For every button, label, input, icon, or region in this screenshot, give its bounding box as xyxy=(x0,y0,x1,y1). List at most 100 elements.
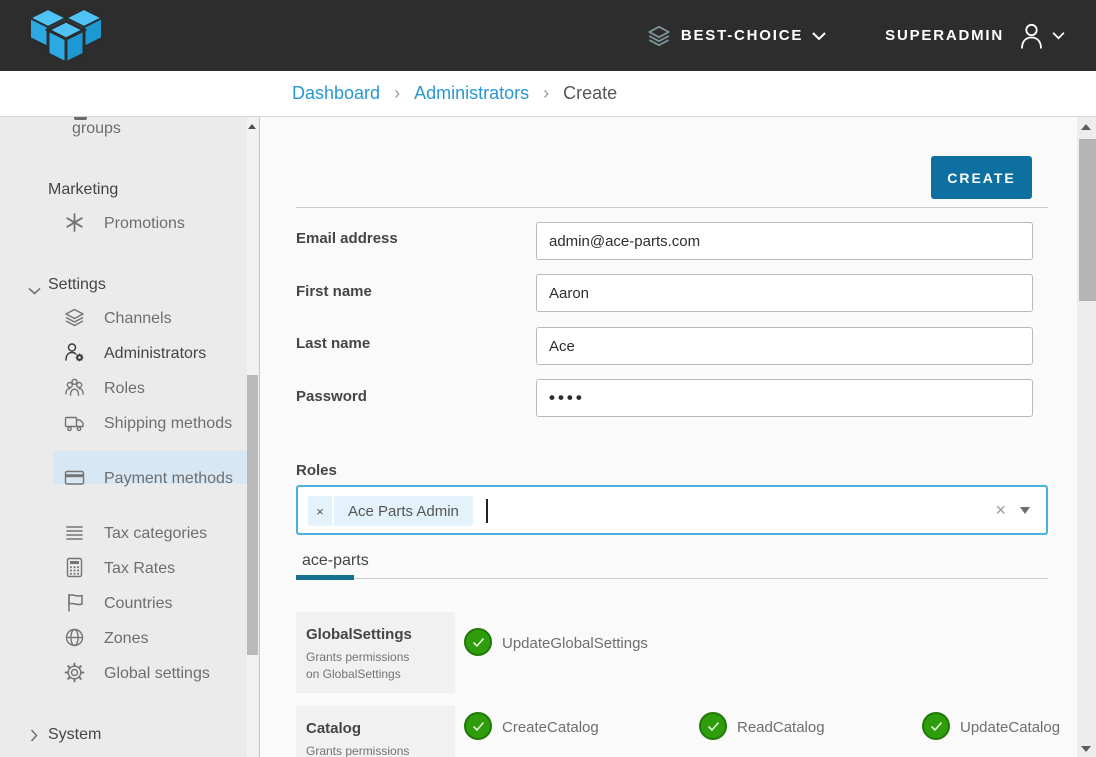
scrollbar-thumb[interactable] xyxy=(1079,139,1096,301)
sidebar-scrollbar[interactable] xyxy=(247,117,258,757)
layers-icon xyxy=(647,24,671,48)
permission-group-description: Grants permissions on GlobalSettings xyxy=(306,649,418,683)
sidebar-item-countries[interactable]: Countries xyxy=(64,591,252,617)
permission-group-description: Grants permissions on Products, Facets xyxy=(306,743,418,757)
clear-selection-icon[interactable]: × xyxy=(995,499,1006,521)
sidebar-item-shipping-methods[interactable]: Shipping methods xyxy=(64,411,252,437)
sidebar-item-label: Payment methods xyxy=(104,470,233,487)
sidebar-section-system[interactable]: System xyxy=(48,726,101,744)
toggle-update-catalog[interactable] xyxy=(922,712,950,740)
permission-group-header: GlobalSettings Grants permissions on Glo… xyxy=(296,612,455,693)
truck-icon xyxy=(64,412,85,433)
chip-label: Ace Parts Admin xyxy=(334,496,473,526)
password-label: Password xyxy=(296,388,367,405)
password-field[interactable] xyxy=(536,379,1033,417)
last-name-label: Last name xyxy=(296,335,370,352)
check-icon xyxy=(472,637,485,648)
sidebar-item-roles[interactable]: Roles xyxy=(64,376,252,402)
dropdown-arrow-icon[interactable] xyxy=(1020,507,1030,514)
permission-group-title: Catalog xyxy=(306,720,445,737)
create-button[interactable]: CREATE xyxy=(931,156,1032,199)
permission-group-title: GlobalSettings xyxy=(306,626,445,643)
permission-group-header: Catalog Grants permissions on Products, … xyxy=(296,706,455,757)
sidebar-section-marketing: Marketing xyxy=(48,181,118,199)
last-name-field[interactable] xyxy=(536,327,1033,365)
breadcrumb: Dashboard › Administrators › Create xyxy=(0,71,1096,117)
sidebar-item-label: Roles xyxy=(104,380,145,397)
main-scrollbar[interactable] xyxy=(1077,117,1096,757)
sidebar-item-label: Tax categories xyxy=(104,525,207,542)
permission-name: ReadCatalog xyxy=(737,719,825,736)
sidebar-item-label: Zones xyxy=(104,630,148,647)
user-icon xyxy=(1018,22,1045,50)
sidebar-item-tax-categories[interactable]: Tax categories xyxy=(64,521,252,547)
sidebar-item-label: Shipping methods xyxy=(104,415,232,432)
sidebar-item-channels[interactable]: Channels xyxy=(64,306,252,332)
gear-icon xyxy=(64,662,85,683)
flag-icon xyxy=(64,592,85,613)
globe-icon xyxy=(64,627,85,648)
vendure-cubes-icon xyxy=(28,7,104,65)
scroll-up-arrow[interactable] xyxy=(1081,124,1091,130)
credit-card-icon xyxy=(64,467,85,488)
scroll-down-arrow[interactable] xyxy=(1081,746,1091,752)
calculator-icon xyxy=(64,557,85,578)
sidebar-section-settings[interactable]: Settings xyxy=(48,276,106,294)
chevron-right-icon xyxy=(30,729,38,747)
sidebar-item-tax-rates[interactable]: Tax Rates xyxy=(64,556,252,582)
breadcrumb-current: Create xyxy=(563,83,617,104)
first-name-label: First name xyxy=(296,283,372,300)
active-tab-indicator xyxy=(296,575,354,580)
user-menu[interactable]: SUPERADMIN xyxy=(885,22,1066,50)
check-icon xyxy=(472,721,485,732)
scroll-up-arrow[interactable] xyxy=(248,124,256,129)
sidebar-nav: groups Marketing Promotions Settings Cha… xyxy=(0,117,260,757)
users-group-icon xyxy=(64,377,85,398)
app-window: BEST-CHOICE SUPERADMIN Dashboard › Admin… xyxy=(0,0,1096,757)
sidebar-item-zones[interactable]: Zones xyxy=(64,626,252,652)
admin-user-gear-icon xyxy=(64,342,85,363)
role-chip: × Ace Parts Admin xyxy=(308,496,473,526)
channel-name: BEST-CHOICE xyxy=(681,27,803,44)
vendure-logo[interactable] xyxy=(28,7,104,65)
toggle-read-catalog[interactable] xyxy=(699,712,727,740)
check-icon xyxy=(707,721,720,732)
check-icon xyxy=(930,721,943,732)
topbar-right-cluster: BEST-CHOICE SUPERADMIN xyxy=(647,0,1066,71)
permission-name: UpdateGlobalSettings xyxy=(502,635,648,652)
channel-switcher[interactable]: BEST-CHOICE xyxy=(647,24,827,48)
chevron-down-icon xyxy=(28,282,41,300)
chevron-down-icon xyxy=(811,31,827,41)
toggle-create-catalog[interactable] xyxy=(464,712,492,740)
sidebar-item-promotions[interactable]: Promotions xyxy=(64,211,252,237)
roles-select[interactable]: × Ace Parts Admin × xyxy=(296,485,1048,535)
topbar: BEST-CHOICE SUPERADMIN xyxy=(0,0,1096,71)
sidebar-item-global-settings[interactable]: Global settings xyxy=(64,661,252,687)
permission-name: UpdateCatalog xyxy=(960,719,1060,736)
sidebar-item-label: Channels xyxy=(104,310,172,327)
user-name: SUPERADMIN xyxy=(885,27,1004,44)
email-field[interactable] xyxy=(536,222,1033,260)
sidebar-item-payment-methods[interactable]: Payment methods xyxy=(64,466,252,492)
roles-label: Roles xyxy=(296,462,337,479)
tab-baseline xyxy=(296,578,1048,579)
chip-remove-icon[interactable]: × xyxy=(308,496,332,526)
breadcrumb-administrators[interactable]: Administrators xyxy=(414,83,529,104)
section-divider xyxy=(296,207,1048,208)
breadcrumb-separator: › xyxy=(394,83,400,104)
sidebar-item-label: Tax Rates xyxy=(104,560,175,577)
sidebar-item-label: Countries xyxy=(104,595,172,612)
layers-icon xyxy=(64,307,85,328)
sidebar-item-administrators[interactable]: Administrators xyxy=(64,341,252,367)
first-name-field[interactable] xyxy=(536,274,1033,312)
breadcrumb-dashboard[interactable]: Dashboard xyxy=(292,83,380,104)
tab-ace-parts[interactable]: ace-parts xyxy=(302,552,369,570)
sidebar-item-label: Global settings xyxy=(104,665,210,682)
toggle-update-global-settings[interactable] xyxy=(464,628,492,656)
asterisk-icon xyxy=(64,212,85,233)
scrollbar-thumb[interactable] xyxy=(247,375,258,655)
chevron-down-icon xyxy=(1051,31,1066,40)
sidebar-item-label: Promotions xyxy=(104,215,185,232)
sidebar-item-customer-groups-clipped[interactable]: groups xyxy=(72,120,121,138)
permission-name: CreateCatalog xyxy=(502,719,599,736)
